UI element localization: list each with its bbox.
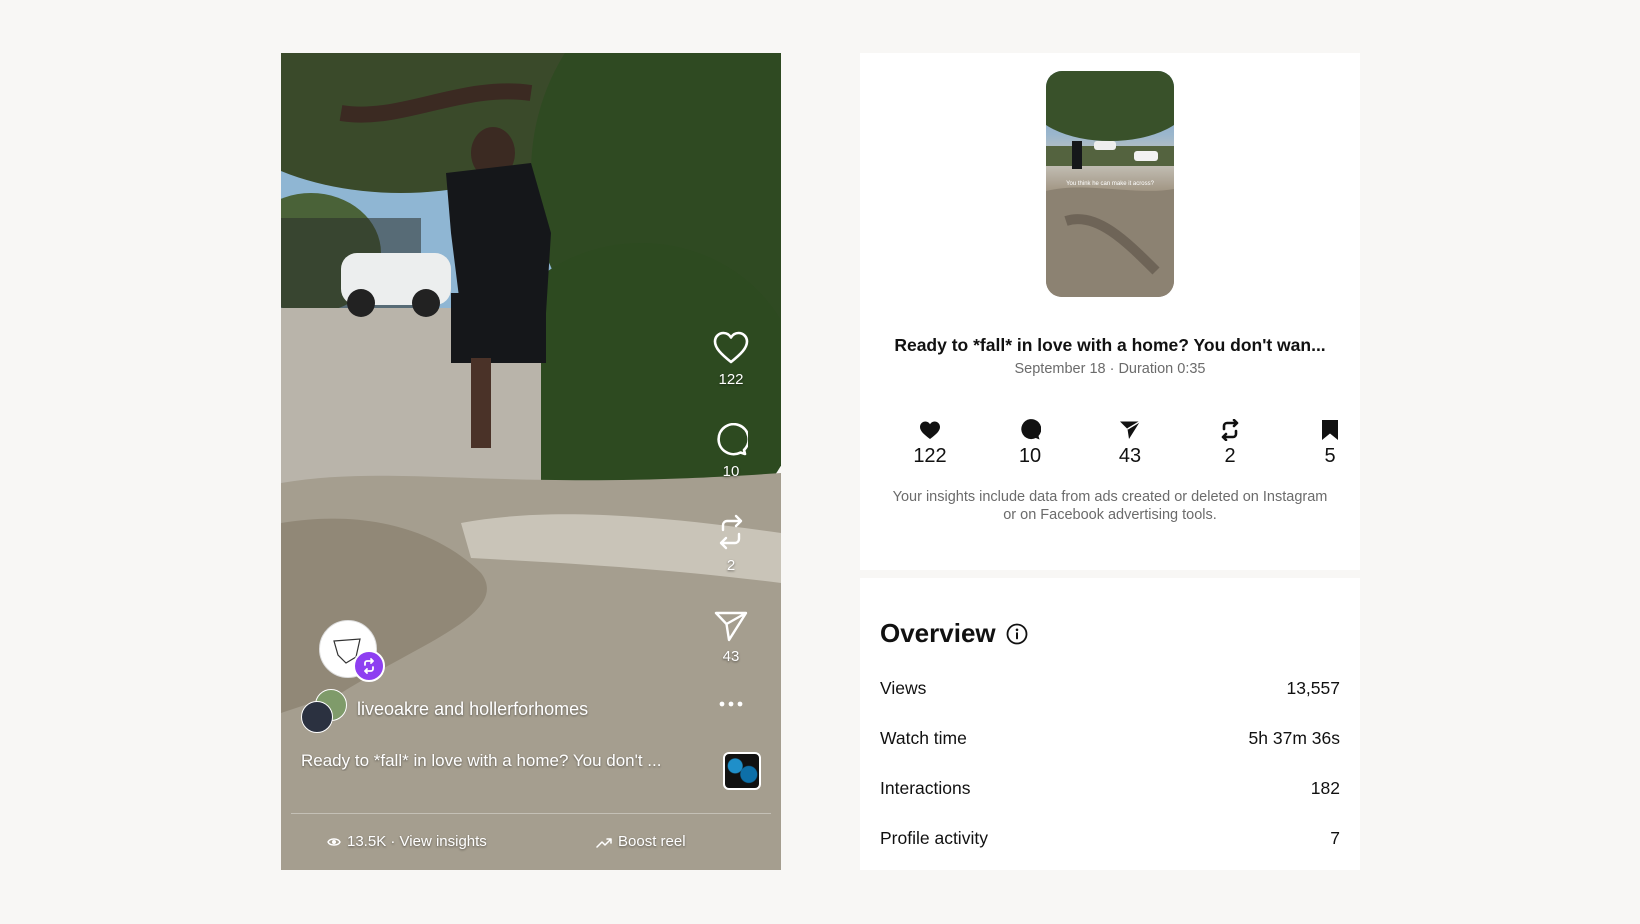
overview-label: Profile activity <box>880 828 988 848</box>
thumbnail-overlay-text: You think he can make it across? <box>1066 181 1154 187</box>
collab-badge <box>353 650 385 682</box>
stat-reposts: 2 <box>1200 419 1260 468</box>
stat-shares-value: 43 <box>1118 445 1142 467</box>
collab-repost-icon <box>364 658 374 674</box>
reel-player[interactable]: 122 10 2 43 liveoakre and hollerforhomes… <box>281 53 781 870</box>
overview-value: 13,557 <box>1286 678 1340 698</box>
overview-label: Views <box>880 678 927 698</box>
repost-filled-icon <box>1221 419 1239 441</box>
overview-title: Overview <box>880 618 996 648</box>
overview-value: 5h 37m 36s <box>1248 728 1340 748</box>
send-filled-icon <box>1120 420 1141 439</box>
send-icon <box>714 611 748 642</box>
reel-caption[interactable]: Ready to *fall* in love with a home? You… <box>301 751 691 771</box>
stat-comments: 10 <box>1000 419 1060 468</box>
stat-shares: 43 <box>1100 419 1160 468</box>
overview-label: Interactions <box>880 778 971 798</box>
overview-value: 7 <box>1330 828 1340 848</box>
overview-row-watch-time[interactable]: Watch time 5h 37m 36s <box>880 728 1340 752</box>
share-count: 43 <box>722 648 740 665</box>
overview-heading: Overview <box>880 618 1028 649</box>
owner-profile-avatar[interactable] <box>301 701 333 733</box>
owner-names: liveoakre and hollerforhomes <box>357 699 588 720</box>
overview-value: 182 <box>1310 778 1340 798</box>
reel-insights-card: You think he can make it across? Ready t… <box>860 53 1360 570</box>
comment-filled-icon <box>1021 419 1041 440</box>
like-count: 122 <box>718 371 744 388</box>
stat-comments-value: 10 <box>1018 445 1042 467</box>
trend-up-icon <box>596 837 612 848</box>
heart-icon <box>713 331 749 364</box>
more-options-icon[interactable] <box>716 689 746 719</box>
bookmark-filled-icon <box>1322 420 1338 440</box>
heart-filled-icon <box>920 421 940 439</box>
reel-date: September 18 <box>1014 361 1106 377</box>
comment-icon <box>717 423 748 456</box>
reel-title: Ready to *fall* in love with a home? You… <box>894 335 1326 355</box>
comment-count: 10 <box>722 463 740 480</box>
info-icon[interactable] <box>1006 623 1028 645</box>
overview-card: Overview Views 13,557 Watch time 5h 37m … <box>860 578 1360 870</box>
boost-reel-label: Boost reel <box>618 833 686 850</box>
overview-row-interactions[interactable]: Interactions 182 <box>880 778 1340 802</box>
overview-row-profile-activity[interactable]: Profile activity 7 <box>880 828 1340 852</box>
view-insights-label: 13.5K · View insights <box>347 833 487 850</box>
collaborator-username[interactable]: hollerforhomes <box>469 699 588 719</box>
stat-reposts-value: 2 <box>1224 445 1236 467</box>
overview-label: Watch time <box>880 728 967 748</box>
overview-row-views[interactable]: Views 13,557 <box>880 678 1340 702</box>
engagement-stats: 122 10 43 2 5 <box>900 419 1338 479</box>
stat-saves-value: 5 <box>1324 445 1336 467</box>
stat-saves: 5 <box>1300 419 1360 468</box>
reel-thumbnail[interactable]: You think he can make it across? <box>1046 71 1174 297</box>
share-action[interactable]: 43 <box>706 610 756 665</box>
repost-count: 2 <box>726 557 736 574</box>
stat-likes: 122 <box>900 419 960 468</box>
owner-row: liveoakre and hollerforhomes <box>301 689 761 733</box>
eye-icon <box>327 837 341 846</box>
repost-icon <box>719 514 743 550</box>
owner-conjunction: and <box>434 699 465 719</box>
boost-reel-link[interactable]: Boost reel <box>596 833 686 850</box>
view-insights-link[interactable]: 13.5K · View insights <box>327 833 487 850</box>
reel-footer-divider <box>291 813 771 814</box>
comment-action[interactable]: 10 <box>706 423 756 480</box>
reel-duration: Duration 0:35 <box>1118 361 1206 377</box>
thumbnail-scene: You think he can make it across? <box>1046 71 1174 297</box>
stat-likes-value: 122 <box>913 445 947 467</box>
owner-username[interactable]: liveoakre <box>357 699 429 719</box>
repost-action[interactable]: 2 <box>706 513 756 574</box>
reel-meta: September 18 · Duration 0:35 <box>1014 361 1206 377</box>
audio-thumbnail[interactable] <box>723 752 761 790</box>
like-action[interactable]: 122 <box>706 331 756 388</box>
insights-disclaimer: Your insights include data from ads crea… <box>892 489 1328 523</box>
